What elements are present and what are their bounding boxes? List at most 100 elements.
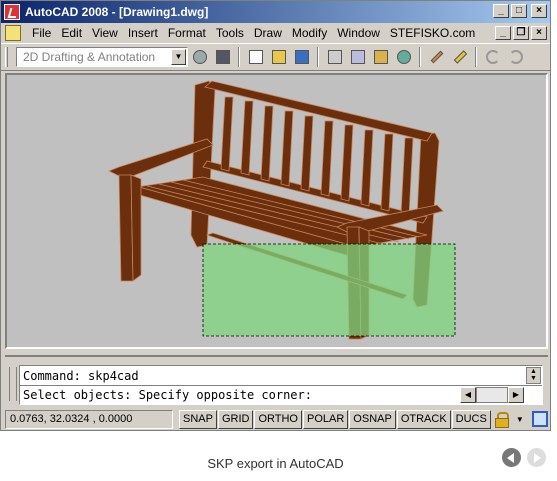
my-workspace-icon: [216, 50, 230, 64]
command-divider: [20, 385, 542, 386]
publish-icon: [374, 50, 388, 64]
cut-icon: [430, 50, 444, 64]
clean-screen-icon[interactable]: [531, 411, 548, 427]
3d-dwf-icon: [397, 50, 411, 64]
menu-draw[interactable]: Draw: [249, 26, 287, 40]
cut-button[interactable]: [426, 46, 448, 68]
menu-tools[interactable]: Tools: [211, 26, 249, 40]
plot-button[interactable]: [324, 46, 346, 68]
plot-preview-button[interactable]: [347, 46, 369, 68]
previous-button[interactable]: [502, 448, 521, 467]
3d-dwf-button[interactable]: [393, 46, 415, 68]
new-file-icon: [249, 50, 263, 64]
toolbar-separator: [238, 47, 240, 67]
back-slat: [280, 110, 294, 187]
next-button[interactable]: [527, 448, 546, 467]
my-workspace-button[interactable]: [212, 46, 234, 68]
scroll-down-icon[interactable]: ▼: [527, 375, 540, 382]
image-caption: SKP export in AutoCAD: [207, 456, 344, 471]
menu-modify[interactable]: Modify: [287, 26, 332, 40]
scroll-right-icon[interactable]: ▶: [508, 387, 524, 403]
redo-icon: [509, 50, 523, 64]
menu-format[interactable]: Format: [163, 26, 211, 40]
document-icon[interactable]: [5, 25, 21, 41]
back-slat: [300, 115, 314, 192]
back-slat: [260, 105, 274, 182]
command-window[interactable]: Command: skp4cad Select objects: Specify…: [19, 365, 543, 405]
autocad-logo-icon: [4, 4, 20, 20]
drawing-area[interactable]: [7, 75, 546, 347]
back-slat: [320, 120, 334, 197]
document-controls: _ ❐ ×: [495, 26, 547, 40]
matchprop-button[interactable]: [449, 46, 471, 68]
lock-icon[interactable]: [494, 412, 510, 428]
back-slat: [400, 137, 414, 217]
menu-file[interactable]: File: [27, 26, 56, 40]
drafting-settings: SNAP GRID ORTHO POLAR OSNAP OTRACK DUCS: [179, 409, 492, 429]
standard-toolbar: 2D Drafting & Annotation ▼: [1, 43, 550, 71]
menu-bar: File Edit View Insert Format Tools Draw …: [1, 23, 550, 43]
snap-toggle[interactable]: SNAP: [179, 409, 217, 429]
doc-restore-button[interactable]: ❐: [513, 26, 529, 40]
menu-insert[interactable]: Insert: [123, 26, 163, 40]
workspace-settings-icon: [193, 50, 207, 64]
menu-stefisko[interactable]: STEFISKO.com: [385, 26, 480, 40]
publish-button[interactable]: [370, 46, 392, 68]
back-slat: [340, 124, 354, 202]
chevron-down-icon[interactable]: ▼: [171, 49, 186, 65]
back-slat: [240, 100, 254, 176]
otrack-toggle[interactable]: OTRACK: [396, 409, 451, 429]
chevron-down-icon[interactable]: ▼: [516, 415, 524, 424]
back-top-rail: [204, 80, 433, 142]
ortho-toggle[interactable]: ORTHO: [254, 409, 302, 429]
status-bar: 0.0763, 32.0324 , 0.0000 SNAP GRID ORTHO…: [1, 407, 550, 431]
command-line-area: Command: skp4cad Select objects: Specify…: [5, 355, 548, 405]
back-slat: [360, 129, 374, 207]
scroll-up-icon[interactable]: ▲: [527, 368, 540, 375]
close-button[interactable]: ×: [531, 4, 547, 18]
workspace-value: 2D Drafting & Annotation: [23, 50, 156, 64]
coordinate-display[interactable]: 0.0763, 32.0324 , 0.0000: [5, 409, 173, 429]
save-icon: [295, 50, 309, 64]
doc-close-button[interactable]: ×: [531, 26, 547, 40]
maximize-button[interactable]: □: [511, 4, 527, 18]
menu-window[interactable]: Window: [332, 26, 385, 40]
selection-window: [202, 243, 456, 337]
redo-button[interactable]: [505, 46, 527, 68]
grid-toggle[interactable]: GRID: [217, 409, 254, 429]
back-slat: [220, 96, 234, 172]
new-button[interactable]: [245, 46, 267, 68]
open-button[interactable]: [268, 46, 290, 68]
open-file-icon: [272, 50, 286, 64]
toolbar-grip[interactable]: [5, 47, 8, 67]
ducs-toggle[interactable]: DUCS: [451, 409, 491, 429]
arrow-left-icon: [507, 452, 514, 463]
bench-model: [108, 80, 456, 340]
command-vscroll[interactable]: ▲ ▼: [526, 367, 541, 384]
undo-button[interactable]: [482, 46, 504, 68]
matchprop-icon: [453, 50, 467, 64]
command-line-grip[interactable]: [9, 367, 17, 401]
menu-view[interactable]: View: [87, 26, 123, 40]
arrow-right-icon: [534, 452, 541, 463]
toolbar-separator: [317, 47, 319, 67]
menu-edit[interactable]: Edit: [56, 26, 87, 40]
scroll-thumb[interactable]: [476, 387, 508, 403]
toolbar-separator: [419, 47, 421, 67]
workspace-settings-button[interactable]: [189, 46, 211, 68]
doc-minimize-button[interactable]: _: [495, 26, 511, 40]
save-button[interactable]: [291, 46, 313, 68]
command-hscroll[interactable]: ◀ ▶: [460, 387, 524, 403]
plot-icon: [328, 50, 342, 64]
workspace-select[interactable]: 2D Drafting & Annotation ▼: [16, 47, 188, 67]
osnap-toggle[interactable]: OSNAP: [349, 409, 396, 429]
window-controls: _ □ ×: [493, 4, 547, 18]
autocad-window: AutoCAD 2008 - [Drawing1.dwg] _ □ × File…: [0, 0, 551, 431]
undo-icon: [486, 50, 500, 64]
scroll-left-icon[interactable]: ◀: [460, 387, 476, 403]
plot-preview-icon: [351, 50, 365, 64]
command-prompt[interactable]: Select objects: Specify opposite corner:: [23, 388, 312, 402]
toolbar-separator: [475, 47, 477, 67]
minimize-button[interactable]: _: [493, 4, 509, 18]
polar-toggle[interactable]: POLAR: [303, 409, 349, 429]
